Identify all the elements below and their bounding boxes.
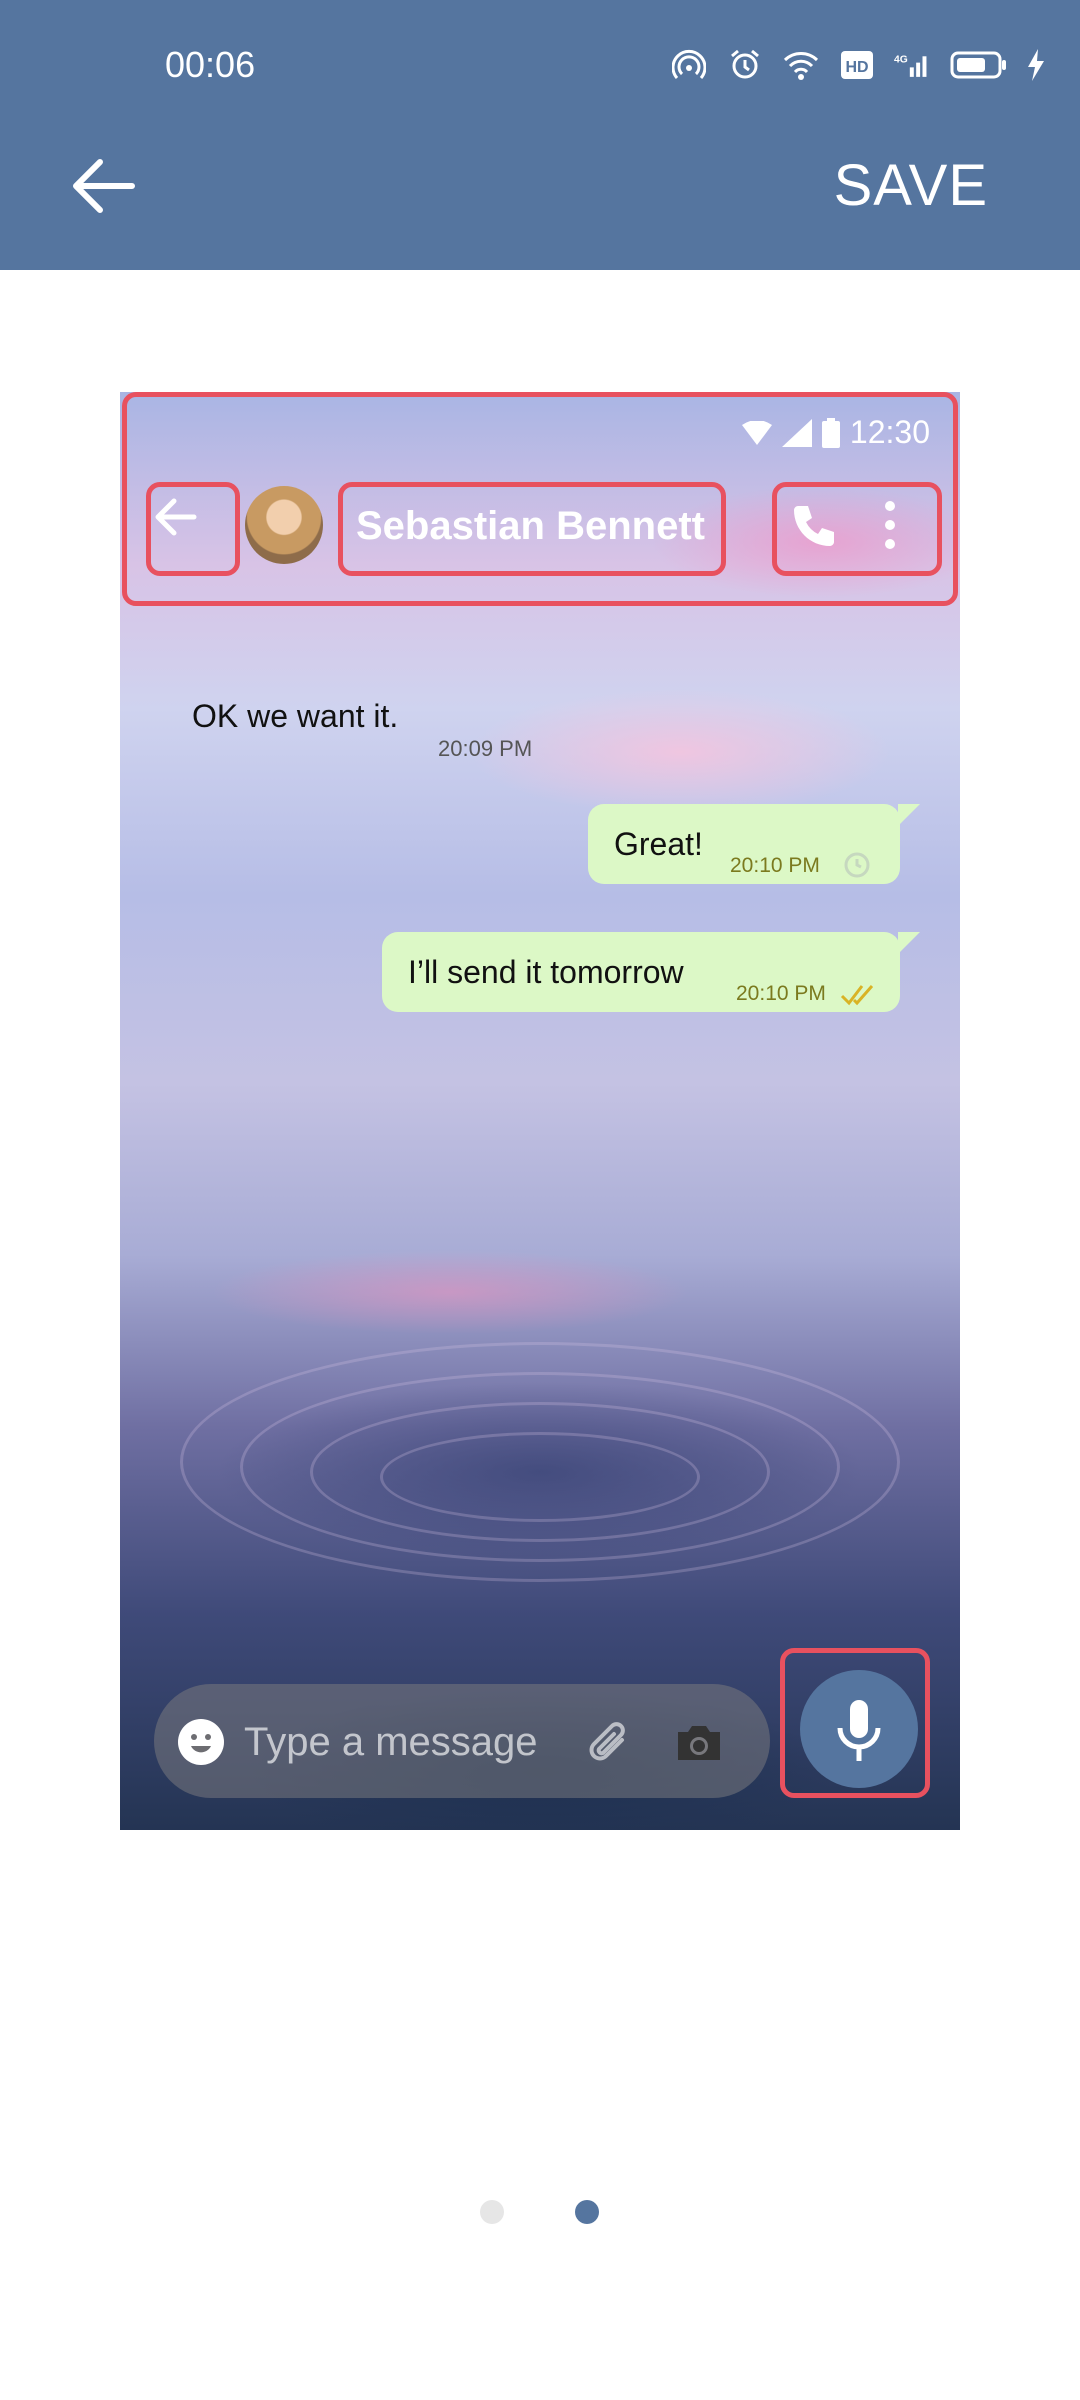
incoming-message-text: OK we want it.	[192, 698, 399, 734]
mic-icon	[837, 1700, 881, 1761]
message-text: I’ll send it tomorrow	[408, 954, 684, 990]
outgoing-message: I’ll send it tomorrow 20:10 PM	[382, 932, 900, 1012]
message-input[interactable]: Type a message	[244, 1720, 538, 1765]
page-indicator	[0, 2200, 1080, 2230]
chat-preview: 12:30 Sebastian Bennett OK we want it. 2…	[120, 392, 960, 1830]
battery-icon	[950, 46, 1008, 84]
more-vert-icon	[885, 501, 895, 549]
message-time: 20:10 PM	[730, 854, 820, 877]
emoji-icon[interactable]	[178, 1719, 224, 1765]
call-button[interactable]	[790, 502, 838, 550]
preview-back-button[interactable]	[150, 492, 200, 542]
page-dot[interactable]	[480, 2200, 504, 2224]
message-input-bar[interactable]: Type a message	[154, 1684, 770, 1798]
avatar[interactable]	[245, 486, 323, 564]
double-check-icon	[840, 985, 874, 1006]
page-dot-active[interactable]	[575, 2200, 599, 2224]
message-text: Great!	[614, 826, 703, 862]
attach-icon[interactable]	[584, 1718, 634, 1768]
signal-4g-icon: 4G	[894, 46, 932, 84]
message-time: 20:10 PM	[736, 982, 826, 1005]
status-icons: HD 4G	[670, 46, 1046, 84]
svg-text:4G: 4G	[894, 55, 908, 66]
hotspot-icon	[670, 46, 708, 84]
save-button[interactable]: SAVE	[834, 152, 988, 219]
mic-button[interactable]	[800, 1670, 918, 1788]
bubble-tail	[898, 804, 920, 826]
hd-icon: HD	[838, 46, 876, 84]
charging-icon	[1026, 46, 1046, 84]
clock-icon	[844, 852, 870, 878]
contact-name[interactable]: Sebastian Bennett	[356, 504, 705, 549]
incoming-message-time: 20:09 PM	[438, 736, 533, 761]
camera-icon[interactable]	[674, 1718, 724, 1768]
back-arrow-icon	[155, 498, 197, 536]
wifi-icon	[782, 46, 820, 84]
more-options-button[interactable]	[880, 498, 900, 552]
svg-text:HD: HD	[845, 59, 868, 76]
status-time: 00:06	[165, 44, 256, 85]
phone-icon	[794, 506, 834, 546]
bubble-tail	[898, 932, 920, 954]
outgoing-message: Great! 20:10 PM	[588, 804, 900, 884]
back-arrow-icon	[73, 159, 135, 213]
back-button[interactable]	[70, 158, 136, 214]
app-bar: 00:06 HD 4G SAVE	[0, 0, 1080, 270]
alarm-icon	[726, 46, 764, 84]
